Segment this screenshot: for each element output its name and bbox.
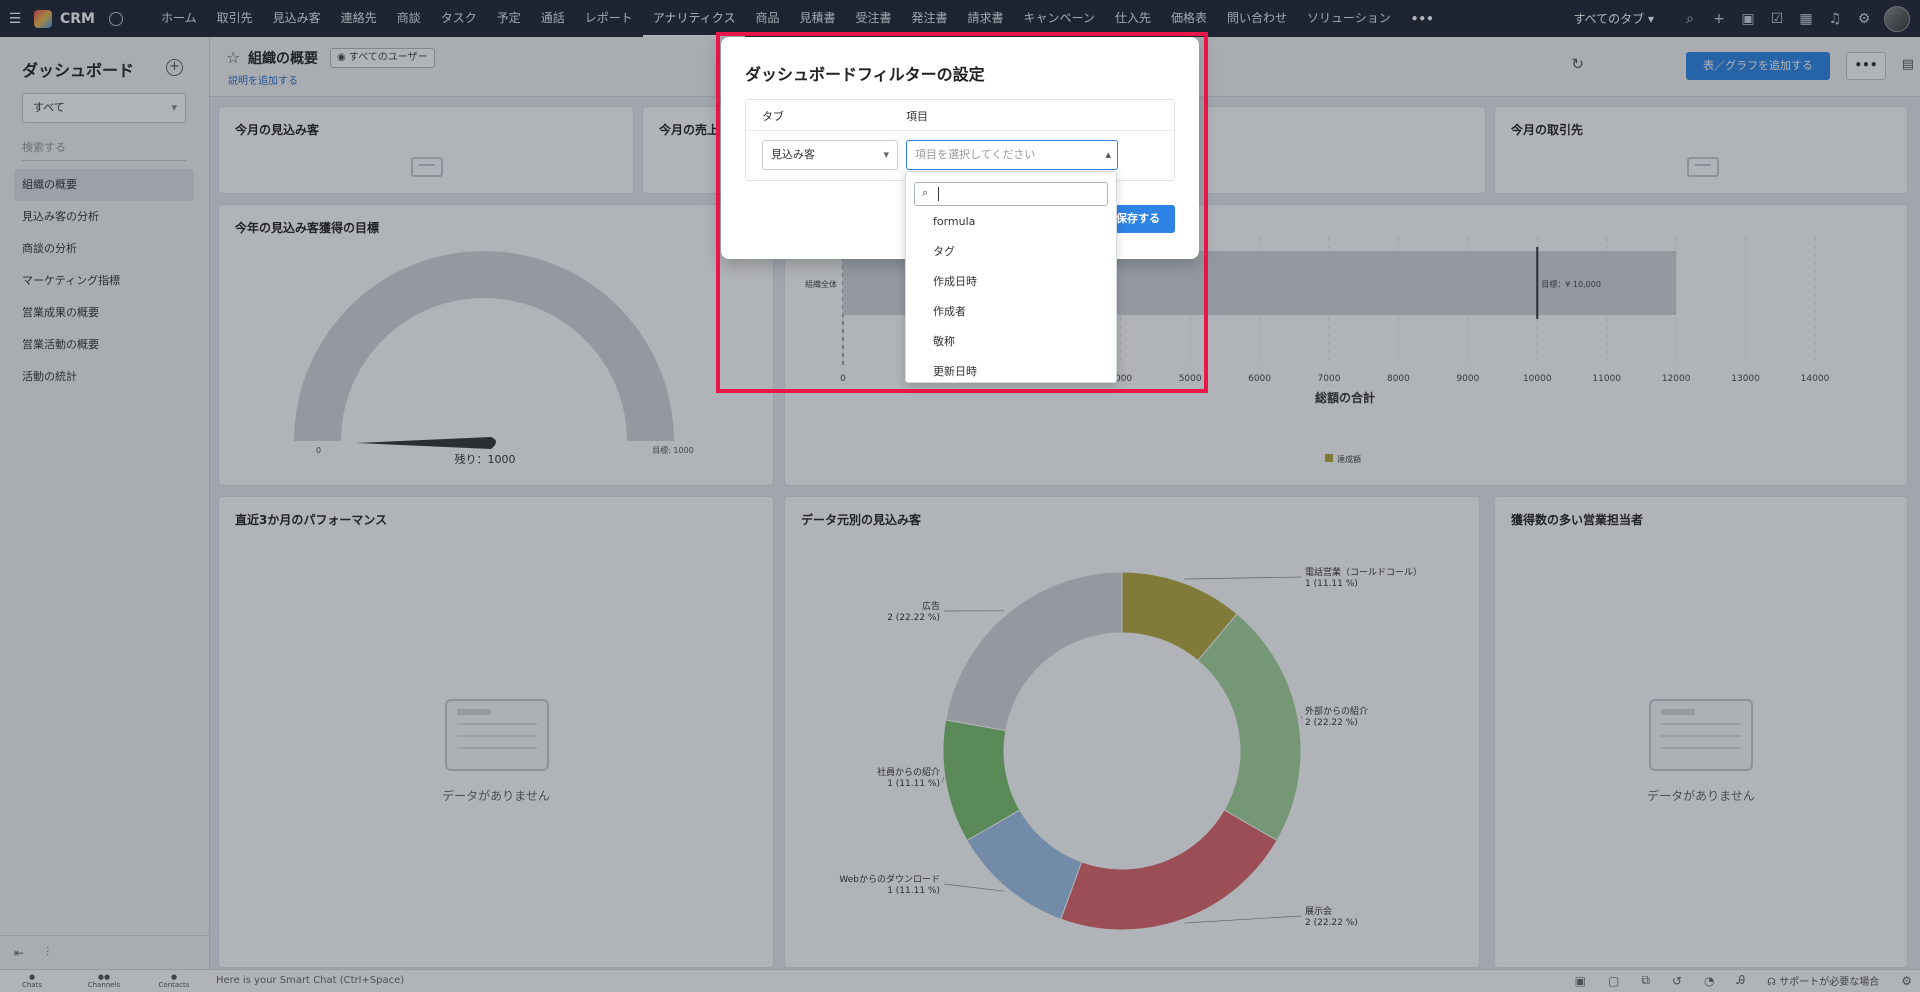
highlight-frame xyxy=(716,32,1208,393)
